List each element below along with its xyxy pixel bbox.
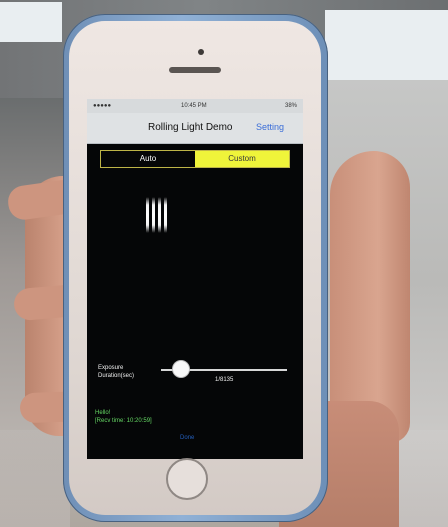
- light-pattern-preview: [146, 197, 176, 233]
- photo-scene: ●●●●● 10:45 PM 38% Rolling Light Demo Se…: [0, 0, 448, 527]
- signal-indicator: ●●●●●: [93, 103, 112, 109]
- status-time: 10:45 PM: [181, 103, 207, 109]
- thumb: [330, 151, 410, 443]
- setting-button[interactable]: Setting: [256, 122, 284, 132]
- exposure-label-line: Duration(sec): [98, 373, 135, 379]
- exposure-label-line: Exposure: [98, 365, 124, 371]
- custom-mode-button[interactable]: Custom: [195, 151, 289, 167]
- message-line: Hello!: [95, 410, 111, 416]
- navigation-bar: Rolling Light Demo Setting: [87, 113, 303, 144]
- light-streak: [164, 197, 167, 233]
- earpiece: [169, 67, 221, 73]
- message-line: [Recv time: 10:20:59]: [95, 418, 152, 424]
- phone-screen: ●●●●● 10:45 PM 38% Rolling Light Demo Se…: [87, 99, 303, 459]
- light-streak: [146, 197, 149, 233]
- mode-segmented-control: Auto Custom: [100, 150, 290, 168]
- auto-mode-button[interactable]: Auto: [101, 151, 195, 167]
- light-streak: [158, 197, 161, 233]
- status-bar: ●●●●● 10:45 PM 38%: [87, 99, 303, 113]
- done-button[interactable]: Done: [180, 435, 194, 441]
- exposure-value: 1/8135: [215, 377, 234, 383]
- exposure-slider-thumb[interactable]: [173, 361, 189, 377]
- page-title: Rolling Light Demo: [148, 122, 233, 133]
- exposure-label: Exposure Duration(sec): [98, 364, 152, 380]
- battery-indicator: 38%: [284, 103, 297, 109]
- home-button[interactable]: [166, 458, 208, 500]
- light-streak: [152, 197, 155, 233]
- received-message: Hello! [Recv time: 10:20:59]: [95, 409, 152, 425]
- front-camera: [198, 49, 204, 55]
- ceiling-light: [0, 2, 62, 42]
